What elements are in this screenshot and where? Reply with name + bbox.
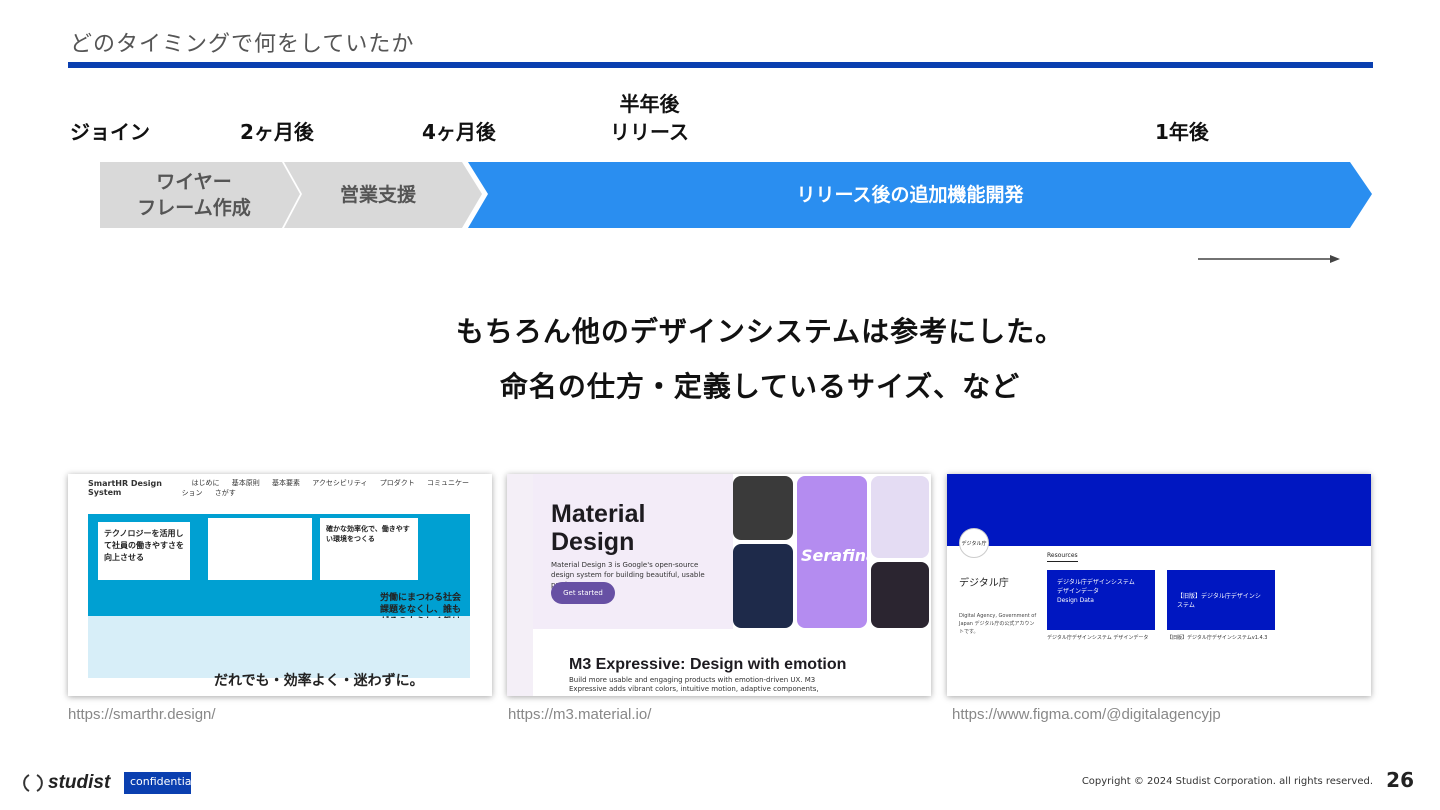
phase-post-release-label: リリース後の追加機能開発 [796,184,1024,206]
smarthr-card-3: 確かな効率化で、働きやすい環境をつくる [320,518,418,580]
figma-thumb-design-data[interactable]: デジタル庁デザインシステム デザインデータ Design Data [1047,570,1155,630]
slide-title: どのタイミングで何をしていたか [70,32,415,57]
material-url-link[interactable]: https://m3.material.io/ [508,706,651,723]
title-rule [68,62,1373,68]
smarthr-nav-item: 基本要素 [272,479,301,487]
smarthr-nav: はじめに 基本原則 基本要素 アクセシビリティ プロダクト コミュニケーション … [182,478,472,498]
message-line-2: 命名の仕方・定義しているサイズ、など [499,370,1021,403]
figma-screenshot: デジタル庁 デジタル庁 Digital Agency, Government o… [947,474,1371,696]
smarthr-card-4: 労働にまつわる社会課題をなくし、誰もがその人らしく働ける [380,593,462,618]
smarthr-header: SmartHR Design System はじめに 基本原則 基本要素 アクセ… [68,474,492,502]
material-subdescription: Build more usable and engaging products … [569,676,819,693]
studist-logo-text: studist [48,772,111,793]
material-title: Material Design [551,500,646,556]
milestone-join: ジョイン [70,120,150,144]
milestone-half-year-release: 半年後 リリース [610,92,689,144]
studist-logo-icon [23,774,43,792]
material-tile-timer [871,562,929,628]
milestone-4-months: 4ヶ月後 [422,120,496,144]
figma-thumb-legacy[interactable]: 【旧版】デジタル庁デザインシステム [1167,570,1275,630]
smarthr-url-link[interactable]: https://smarthr.design/ [68,706,216,723]
smarthr-nav-item: プロダクト [379,479,415,487]
smarthr-nav-item: アクセシビリティ [312,479,368,487]
figma-url-link[interactable]: https://www.figma.com/@digitalagencyjp [952,706,1221,723]
timeline-arrow-head [1330,255,1340,263]
material-tile-chat [733,544,793,628]
smarthr-tagline: だれでも・効率よく・迷わずに。 [214,673,424,689]
figma-profile-description: Digital Agency, Government of Japan デジタル… [959,613,1037,635]
smarthr-strip [88,616,470,678]
material-get-started-button[interactable]: Get started [551,582,615,604]
figma-caption-1: デジタル庁デザインシステム デザインデータ [1047,635,1149,641]
figma-profile-name: デジタル庁 [959,578,1009,589]
figma-caption-2: 【旧版】デジタル庁デザインシステムv1.4.3 [1167,635,1268,641]
confidential-badge: confidential [124,772,191,794]
figma-resources-tab[interactable]: Resources [1047,552,1078,562]
figma-avatar: デジタル庁 [959,528,989,558]
smarthr-nav-item: はじめに [191,479,220,487]
material-screenshot: Material Design Material Design 3 is Goo… [507,474,931,696]
material-tile-clock [871,476,929,558]
phase-sales-support-label: 営業支援 [339,184,416,206]
milestone-1-year: 1年後 [1155,120,1209,144]
material-tile-text: Serafina [801,546,877,565]
page-number: 26 [1386,768,1414,792]
studist-logo: studist [22,772,110,794]
material-nav-rail [507,474,533,696]
material-subtitle: M3 Expressive: Design with emotion [569,656,847,673]
figma-banner [947,474,1371,546]
copyright: Copyright © 2024 Studist Corporation. al… [1081,776,1373,787]
smarthr-nav-item: さがす [214,489,236,497]
material-tile-photo [733,476,793,540]
smarthr-brand: SmartHR Design System [88,479,162,497]
smarthr-screenshot: SmartHR Design System はじめに 基本原則 基本要素 アクセ… [68,474,492,696]
phase-wireframe-label: ワイヤー フレーム作成 [137,171,251,219]
smarthr-nav-item: 基本原則 [231,479,260,487]
smarthr-card-2 [208,518,312,580]
milestone-2-months: 2ヶ月後 [240,120,314,144]
smarthr-card-1: テクノロジーを活用して社員の働きやすさを向上させる [98,522,190,580]
message-line-1: もちろん他のデザインシステムは参考にした。 [455,315,1065,348]
